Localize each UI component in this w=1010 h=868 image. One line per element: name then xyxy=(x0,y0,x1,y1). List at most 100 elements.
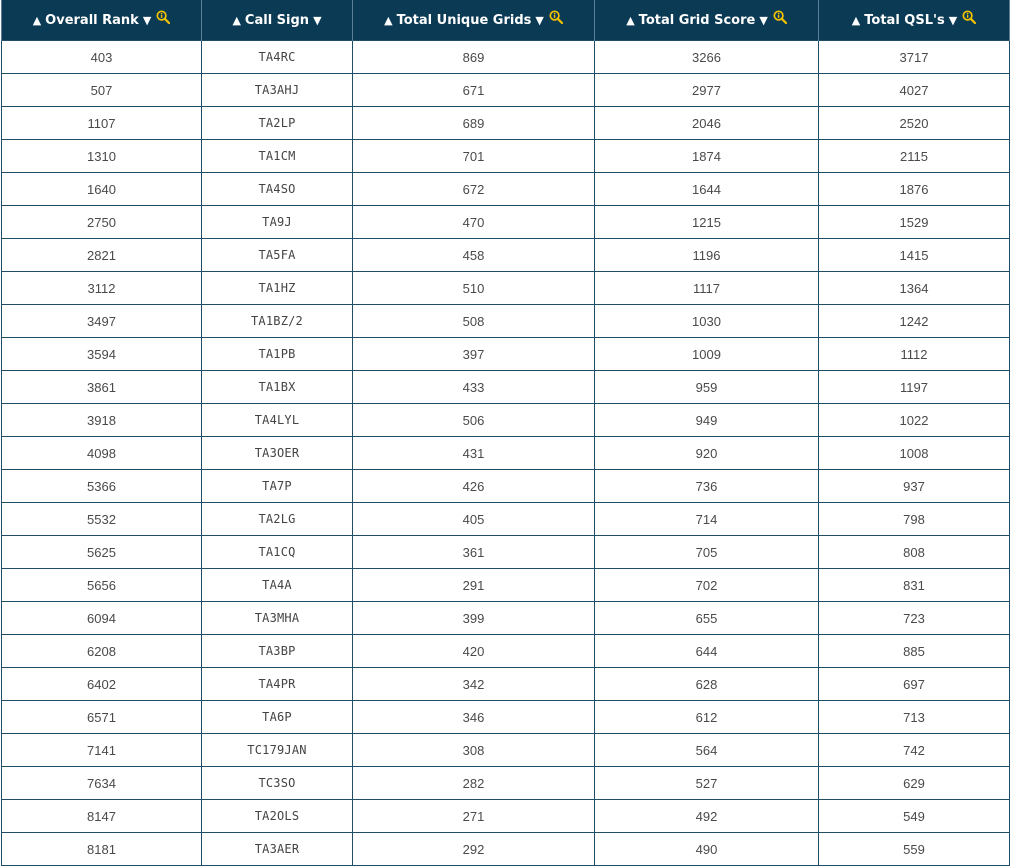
sort-descending-icon[interactable]: ▼ xyxy=(535,15,543,26)
total-qsls-cell: 697 xyxy=(818,667,1010,701)
total-qsls-cell: 831 xyxy=(818,568,1010,602)
grid-score-cell: 492 xyxy=(594,799,819,833)
table-row: 6402 TA4PR 342 628 697 xyxy=(1,667,1010,701)
grid-score-cell: 1009 xyxy=(594,337,819,371)
total-qsls-cell: 2520 xyxy=(818,106,1010,140)
total-qsls-cell: 4027 xyxy=(818,73,1010,107)
call-sign-cell: TA4RC xyxy=(201,40,353,74)
grid-score-cell: 705 xyxy=(594,535,819,569)
call-sign-cell: TA3AER xyxy=(201,832,353,866)
total-qsls-cell: 885 xyxy=(818,634,1010,668)
overall-rank-cell: 5532 xyxy=(1,502,202,536)
overall-rank-cell: 1640 xyxy=(1,172,202,206)
unique-grids-cell: 689 xyxy=(352,106,595,140)
overall-rank-cell: 7634 xyxy=(1,766,202,800)
unique-grids-cell: 271 xyxy=(352,799,595,833)
sort-descending-icon[interactable]: ▼ xyxy=(313,15,321,26)
table-row: 2821 TA5FA 458 1196 1415 xyxy=(1,238,1010,272)
table-row: 3918 TA4LYL 506 949 1022 xyxy=(1,403,1010,437)
sort-descending-icon[interactable]: ▼ xyxy=(759,15,767,26)
unique-grids-cell: 458 xyxy=(352,238,595,272)
unique-grids-cell: 346 xyxy=(352,700,595,734)
sort-ascending-icon[interactable]: ▲ xyxy=(232,15,240,26)
call-sign-cell: TA1HZ xyxy=(201,271,353,305)
grid-score-cell: 920 xyxy=(594,436,819,470)
call-sign-cell: TA4A xyxy=(201,568,353,602)
table-row: 7141 TC179JAN 308 564 742 xyxy=(1,733,1010,767)
overall-rank-cell: 3861 xyxy=(1,370,202,404)
overall-rank-cell: 8147 xyxy=(1,799,202,833)
call-sign-cell: TA4SO xyxy=(201,172,353,206)
total-qsls-cell: 2115 xyxy=(818,139,1010,173)
overall-rank-cell: 2821 xyxy=(1,238,202,272)
table-row: 6094 TA3MHA 399 655 723 xyxy=(1,601,1010,635)
column-header-content: ▲ Call Sign ▼ xyxy=(232,13,321,28)
total-qsls-cell: 1415 xyxy=(818,238,1010,272)
unique-grids-cell: 433 xyxy=(352,370,595,404)
overall-rank-cell: 3497 xyxy=(1,304,202,338)
table-row: 3594 TA1PB 397 1009 1112 xyxy=(1,337,1010,371)
column-header-overall-rank[interactable]: ▲ Overall Rank ▼ xyxy=(1,0,202,41)
unique-grids-cell: 508 xyxy=(352,304,595,338)
overall-rank-cell: 6571 xyxy=(1,700,202,734)
sort-descending-icon[interactable]: ▼ xyxy=(143,15,151,26)
sort-ascending-icon[interactable]: ▲ xyxy=(852,15,860,26)
total-qsls-cell: 808 xyxy=(818,535,1010,569)
column-header-label: Overall Rank xyxy=(45,12,139,28)
column-header-label: Total Grid Score xyxy=(638,12,756,28)
sort-ascending-icon[interactable]: ▲ xyxy=(384,15,392,26)
sort-ascending-icon[interactable]: ▲ xyxy=(626,15,634,26)
call-sign-cell: TA1BX xyxy=(201,370,353,404)
total-qsls-cell: 559 xyxy=(818,832,1010,866)
magnifier-info-icon[interactable] xyxy=(773,10,787,25)
column-header-call-sign[interactable]: ▲ Call Sign ▼ xyxy=(201,0,353,41)
table-row: 403 TA4RC 869 3266 3717 xyxy=(1,40,1010,74)
overall-rank-cell: 8181 xyxy=(1,832,202,866)
call-sign-cell: TA1CM xyxy=(201,139,353,173)
grid-score-cell: 2046 xyxy=(594,106,819,140)
column-header-label: Call Sign xyxy=(244,12,310,28)
sort-descending-icon[interactable]: ▼ xyxy=(949,15,957,26)
column-header-label: Total Unique Grids xyxy=(396,12,532,28)
total-qsls-cell: 713 xyxy=(818,700,1010,734)
column-header-total-grid-score[interactable]: ▲ Total Grid Score ▼ xyxy=(594,0,819,41)
unique-grids-cell: 282 xyxy=(352,766,595,800)
column-header-content: ▲ Total QSL's ▼ xyxy=(852,10,977,28)
column-header-total-qsl-s[interactable]: ▲ Total QSL's ▼ xyxy=(818,0,1010,41)
magnifier-info-icon[interactable] xyxy=(156,10,171,25)
table-body: 403 TA4RC 869 3266 3717 507 TA3AHJ 671 2977 4027 1… xyxy=(1,40,1010,866)
overall-rank-cell: 5625 xyxy=(1,535,202,569)
call-sign-cell: TC3SO xyxy=(201,766,353,800)
total-qsls-cell: 1112 xyxy=(818,337,1010,371)
overall-rank-cell: 6094 xyxy=(1,601,202,635)
magnifier-info-icon[interactable] xyxy=(962,10,977,25)
grid-score-cell: 655 xyxy=(594,601,819,635)
total-qsls-cell: 1197 xyxy=(818,370,1010,404)
table-row: 3497 TA1BZ/2 508 1030 1242 xyxy=(1,304,1010,338)
total-qsls-cell: 1242 xyxy=(818,304,1010,338)
sort-ascending-icon[interactable]: ▲ xyxy=(33,15,41,26)
table-row: 5656 TA4A 291 702 831 xyxy=(1,568,1010,602)
grid-score-cell: 714 xyxy=(594,502,819,536)
unique-grids-cell: 308 xyxy=(352,733,595,767)
unique-grids-cell: 672 xyxy=(352,172,595,206)
unique-grids-cell: 291 xyxy=(352,568,595,602)
overall-rank-cell: 3594 xyxy=(1,337,202,371)
call-sign-cell: TA6P xyxy=(201,700,353,734)
overall-rank-cell: 7141 xyxy=(1,733,202,767)
total-qsls-cell: 1529 xyxy=(818,205,1010,239)
unique-grids-cell: 470 xyxy=(352,205,595,239)
table-row: 6208 TA3BP 420 644 885 xyxy=(1,634,1010,668)
call-sign-cell: TA1BZ/2 xyxy=(201,304,353,338)
unique-grids-cell: 869 xyxy=(352,40,595,74)
column-header-total-unique-grids[interactable]: ▲ Total Unique Grids ▼ xyxy=(352,0,595,41)
call-sign-cell: TA9J xyxy=(201,205,353,239)
column-header-content: ▲ Total Grid Score ▼ xyxy=(626,10,787,28)
magnifier-info-icon[interactable] xyxy=(549,10,563,25)
unique-grids-cell: 397 xyxy=(352,337,595,371)
unique-grids-cell: 292 xyxy=(352,832,595,866)
call-sign-cell: TA3MHA xyxy=(201,601,353,635)
table-row: 5532 TA2LG 405 714 798 xyxy=(1,502,1010,536)
unique-grids-cell: 420 xyxy=(352,634,595,668)
grid-score-cell: 2977 xyxy=(594,73,819,107)
